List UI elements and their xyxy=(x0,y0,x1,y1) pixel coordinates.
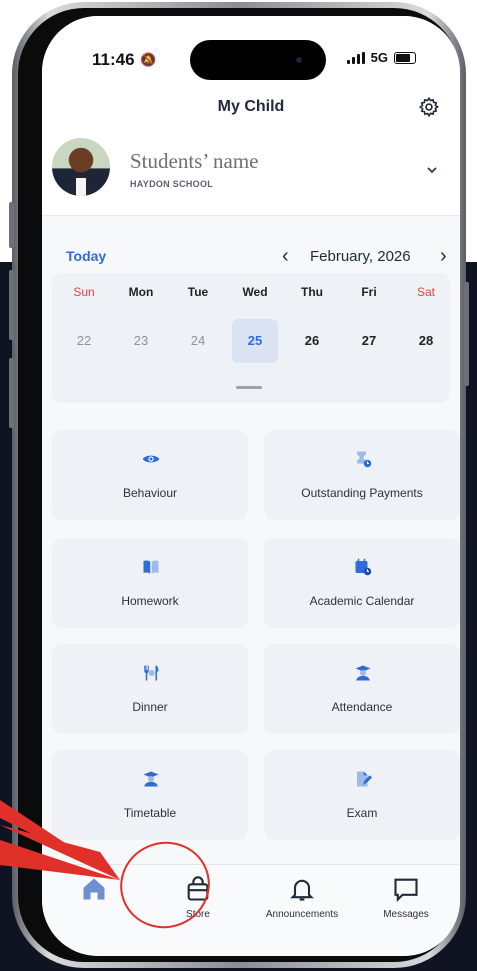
dynamic-island xyxy=(190,40,326,80)
today-button[interactable]: Today xyxy=(66,248,106,264)
school-name: HAYDON SCHOOL xyxy=(130,179,214,189)
tile-label: Attendance xyxy=(331,700,393,714)
day-23[interactable]: 23 xyxy=(121,319,161,363)
bell-icon xyxy=(290,879,314,901)
weekday-tue: Tue xyxy=(187,285,209,299)
chat-icon xyxy=(394,878,418,903)
day-24[interactable]: 24 xyxy=(178,319,218,363)
signal-icon xyxy=(346,51,365,64)
nav-label: Messages xyxy=(383,909,429,920)
drag-handle[interactable] xyxy=(236,386,262,389)
eye-icon xyxy=(142,455,160,463)
network-label: 5G xyxy=(370,50,388,65)
chevron-right-icon[interactable]: › xyxy=(440,245,447,268)
weekday-wed: Wed xyxy=(242,285,268,299)
red-arrow-icon xyxy=(0,800,120,880)
graduate-icon xyxy=(355,665,371,681)
gear-icon[interactable] xyxy=(418,96,440,118)
camera-dot xyxy=(296,57,302,63)
day-22[interactable]: 22 xyxy=(64,319,104,363)
tile-label: Dinner xyxy=(132,700,168,714)
nav-label: Announcements xyxy=(265,909,339,920)
day-26[interactable]: 26 xyxy=(292,319,332,363)
hourglass-icon xyxy=(357,451,372,468)
day-28[interactable]: 28 xyxy=(406,319,446,363)
tile-label: Homework xyxy=(121,594,179,608)
chevron-down-icon[interactable] xyxy=(426,164,438,176)
page-title: My Child xyxy=(217,98,285,115)
avatar[interactable] xyxy=(52,138,110,196)
power-button xyxy=(464,282,469,386)
weekday-mon: Mon xyxy=(128,285,154,299)
tile-outstanding-payments[interactable]: Outstanding Payments xyxy=(264,430,460,520)
battery-icon xyxy=(394,51,416,64)
weekday-fri: Fri xyxy=(361,285,377,299)
header-divider xyxy=(42,215,460,216)
day-27[interactable]: 27 xyxy=(349,319,389,363)
week-strip: Sun Mon Tue Wed Thu Fri Sat 22 23 24 25 … xyxy=(52,273,450,403)
tile-attendance[interactable]: Attendance xyxy=(264,644,460,734)
tile-exam[interactable]: Exam xyxy=(264,750,460,840)
status-time: 11:46 xyxy=(92,50,135,69)
document-icon xyxy=(357,771,372,787)
tile-homework[interactable]: Homework xyxy=(52,538,248,628)
weekday-thu: Thu xyxy=(301,285,323,299)
book-icon xyxy=(143,560,159,574)
weekday-sat: Sat xyxy=(416,285,435,299)
chevron-left-icon[interactable]: ‹ xyxy=(282,245,289,268)
nav-item-messages[interactable]: Messages xyxy=(354,865,458,935)
volume-up-button xyxy=(9,270,14,340)
student-name: Students’ name xyxy=(130,149,259,173)
tile-label: Outstanding Payments xyxy=(301,486,423,500)
status-right: 5G xyxy=(346,50,416,65)
month-label: February, 2026 xyxy=(310,248,411,265)
silent-bell-icon: 🔕 xyxy=(140,52,157,67)
side-button xyxy=(9,202,14,248)
nav-item-announcements[interactable]: Announcements xyxy=(250,865,354,935)
volume-down-button xyxy=(9,358,14,428)
day-25-selected[interactable]: 25 xyxy=(232,319,278,363)
cutlery-icon xyxy=(144,665,159,681)
tile-behaviour[interactable]: Behaviour xyxy=(52,430,248,520)
tile-label: Exam xyxy=(346,806,378,820)
weekday-sun: Sun xyxy=(73,285,95,299)
tile-academic-calendar[interactable]: Academic Calendar xyxy=(264,538,460,628)
tile-label: Academic Calendar xyxy=(309,594,415,608)
tile-dinner[interactable]: Dinner xyxy=(52,644,248,734)
calendar-icon xyxy=(355,558,372,576)
tile-label: Behaviour xyxy=(122,486,178,500)
calendar-header: Today ‹ February, 2026 › xyxy=(42,245,460,270)
